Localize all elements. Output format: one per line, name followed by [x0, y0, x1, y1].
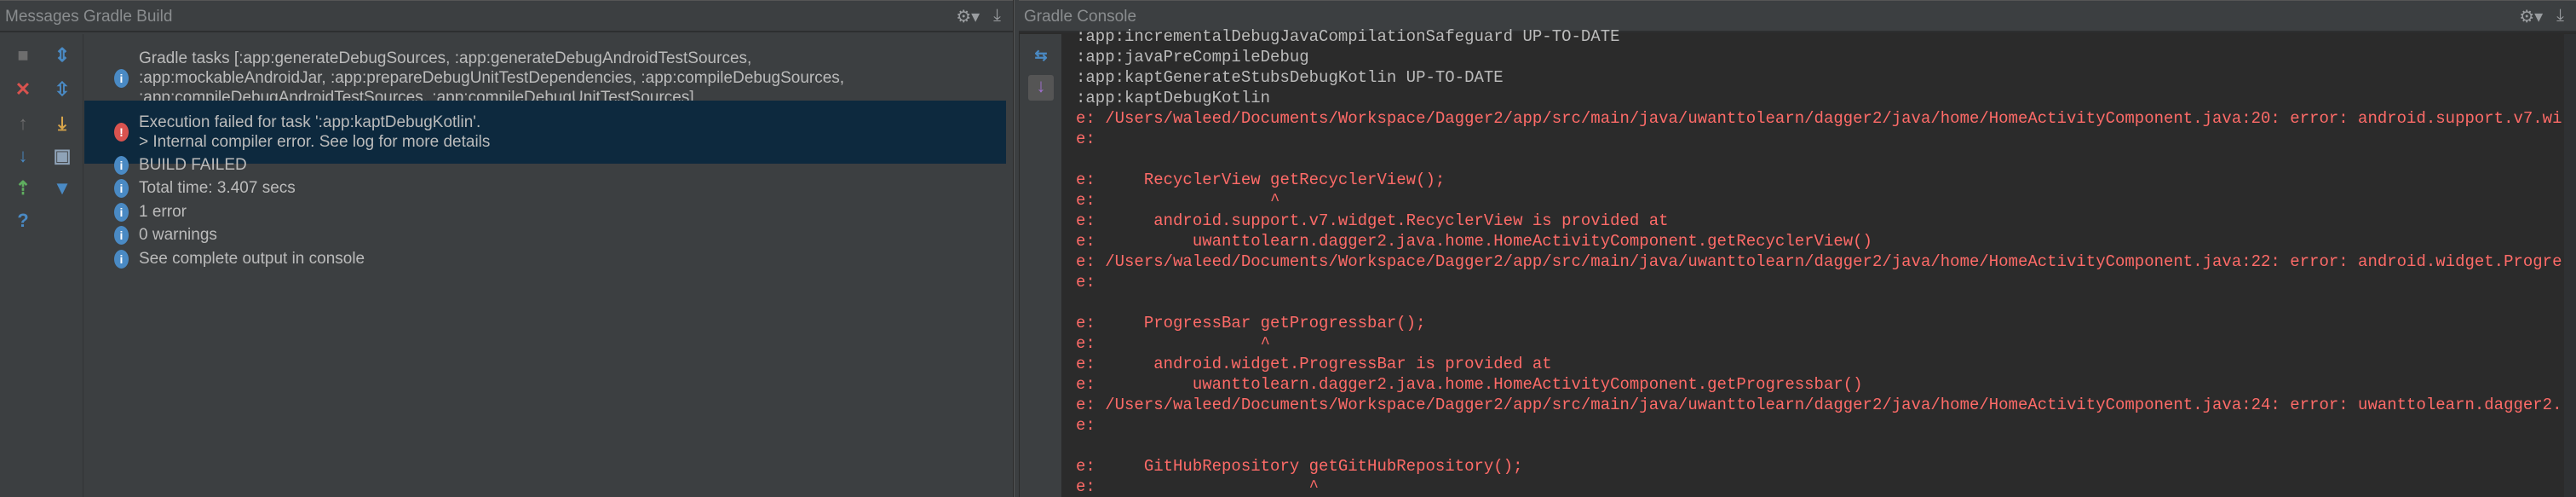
gear-icon[interactable]: ⚙▾: [2519, 6, 2543, 27]
console-error-line: e: uwanttolearn.dagger2.java.home.HomeAc…: [1076, 375, 1863, 394]
message-text: See complete output in console: [139, 250, 365, 268]
panel-title: Gradle Console: [1024, 8, 1137, 26]
message-text: 1 error: [139, 203, 187, 221]
info-icon: i: [114, 225, 129, 245]
info-icon: i: [114, 202, 129, 222]
preview-icon[interactable]: ▣: [51, 145, 73, 167]
console-error-line: [1076, 149, 2562, 170]
expand-all-icon[interactable]: ⇕: [51, 44, 73, 66]
console-line: :app:javaPreCompileDebug: [1076, 48, 1309, 66]
console-error-line: e: /Users/waleed/Documents/Workspace/Dag…: [1076, 396, 2562, 414]
console-error-line: [1076, 292, 2562, 313]
message-text: > Internal compiler error. See log for m…: [139, 133, 491, 151]
message-text: 0 warnings: [139, 226, 217, 244]
console-error-line: e: uwanttolearn.dagger2.java.home.HomeAc…: [1076, 232, 1872, 251]
console-line: :app:kaptDebugKotlin: [1076, 89, 1271, 107]
console-error-line: e:: [1076, 130, 1095, 148]
message-row[interactable]: i 1 error: [84, 202, 1006, 222]
console-error-line: e: /Users/waleed/Documents/Workspace/Dag…: [1076, 109, 2562, 128]
scroll-to-end-icon[interactable]: ↓: [1028, 75, 1054, 101]
message-row[interactable]: i Gradle tasks [:app:generateDebugSources…: [84, 49, 1006, 107]
gear-icon[interactable]: ⚙▾: [956, 6, 980, 27]
messages-panel: Messages Gradle Build ⚙▾ ⤓ ■ ⇕ ✕ ⇳ ↑ ⤓ ↓…: [0, 0, 1014, 497]
console-error-line: e: ^: [1076, 191, 1280, 210]
console-error-line: e: ^: [1076, 477, 1320, 496]
next-icon[interactable]: ↓: [12, 145, 34, 167]
console-error-line: e: GitHubRepository getGitHubRepository(…: [1076, 457, 1523, 476]
message-row[interactable]: i 0 warnings: [84, 225, 1006, 245]
console-line: :app:incrementalDebugJavaCompilationSafe…: [1076, 27, 1620, 46]
messages-header: Messages Gradle Build ⚙▾ ⤓: [0, 0, 1013, 32]
console-error-line: e: android.widget.ProgressBar is provide…: [1076, 355, 1552, 373]
export-to-file-icon[interactable]: ⇡: [12, 177, 34, 199]
previous-icon[interactable]: ↑: [12, 113, 34, 135]
message-text: BUILD FAILED: [139, 156, 247, 174]
help-icon[interactable]: ?: [12, 210, 34, 232]
message-text: :app:mockableAndroidJar, :app:prepareDeb…: [139, 69, 845, 87]
scrollbar[interactable]: [2564, 34, 2576, 497]
console-output[interactable]: :app:incrementalDebugJavaCompilationSafe…: [1076, 26, 2562, 497]
hide-icon[interactable]: ⤓: [993, 6, 1001, 27]
message-text: Total time: 3.407 secs: [139, 179, 296, 197]
soft-wrap-icon[interactable]: ⇆: [1030, 44, 1052, 66]
console-gutter: ⇆ ↓: [1019, 34, 1061, 497]
info-icon: i: [114, 178, 129, 198]
error-icon: !: [114, 123, 129, 142]
messages-list: i Gradle tasks [:app:generateDebugSources…: [84, 34, 1006, 497]
console-error-line: e: android.support.v7.widget.RecyclerVie…: [1076, 211, 1669, 230]
info-icon: i: [114, 68, 129, 88]
console-error-line: [1076, 436, 2562, 456]
console-error-line: e: RecyclerView getRecyclerView();: [1076, 170, 1446, 189]
console-error-line: e: ^: [1076, 334, 1271, 353]
export-icon[interactable]: ⤓: [51, 113, 73, 135]
panel-title: Messages Gradle Build: [5, 8, 173, 26]
console-error-line: e:: [1076, 416, 1095, 435]
message-row[interactable]: i Total time: 3.407 secs: [84, 178, 1006, 198]
console-line: :app:kaptGenerateStubsDebugKotlin UP-TO-…: [1076, 68, 1504, 87]
gradle-console-panel: Gradle Console ⚙▾ ⤓ ⇆ ↓ :app:incremental…: [1019, 0, 2576, 497]
console-error-line: e:: [1076, 273, 1095, 292]
message-row[interactable]: i BUILD FAILED: [84, 155, 1006, 175]
info-icon: i: [114, 249, 129, 269]
hide-icon[interactable]: ⤓: [2556, 6, 2564, 27]
info-icon: i: [114, 155, 129, 175]
message-text: Execution failed for task ':app:kaptDebu…: [139, 113, 481, 131]
collapse-all-icon[interactable]: ⇳: [51, 78, 73, 101]
console-error-line: e: ProgressBar getProgressbar();: [1076, 314, 1426, 332]
messages-toolbar: ■ ⇕ ✕ ⇳ ↑ ⤓ ↓ ▣ ⇡ ▼ ?: [0, 34, 83, 497]
filter-icon[interactable]: ▼: [51, 177, 73, 199]
message-row[interactable]: ! Execution failed for task ':app:kaptDeb…: [84, 101, 1006, 164]
message-row[interactable]: i See complete output in console: [84, 249, 1006, 269]
console-error-line: e: /Users/waleed/Documents/Workspace/Dag…: [1076, 252, 2562, 271]
close-icon[interactable]: ✕: [12, 78, 34, 101]
message-text: Gradle tasks [:app:generateDebugSources,…: [139, 49, 752, 67]
stop-icon[interactable]: ■: [12, 44, 34, 66]
